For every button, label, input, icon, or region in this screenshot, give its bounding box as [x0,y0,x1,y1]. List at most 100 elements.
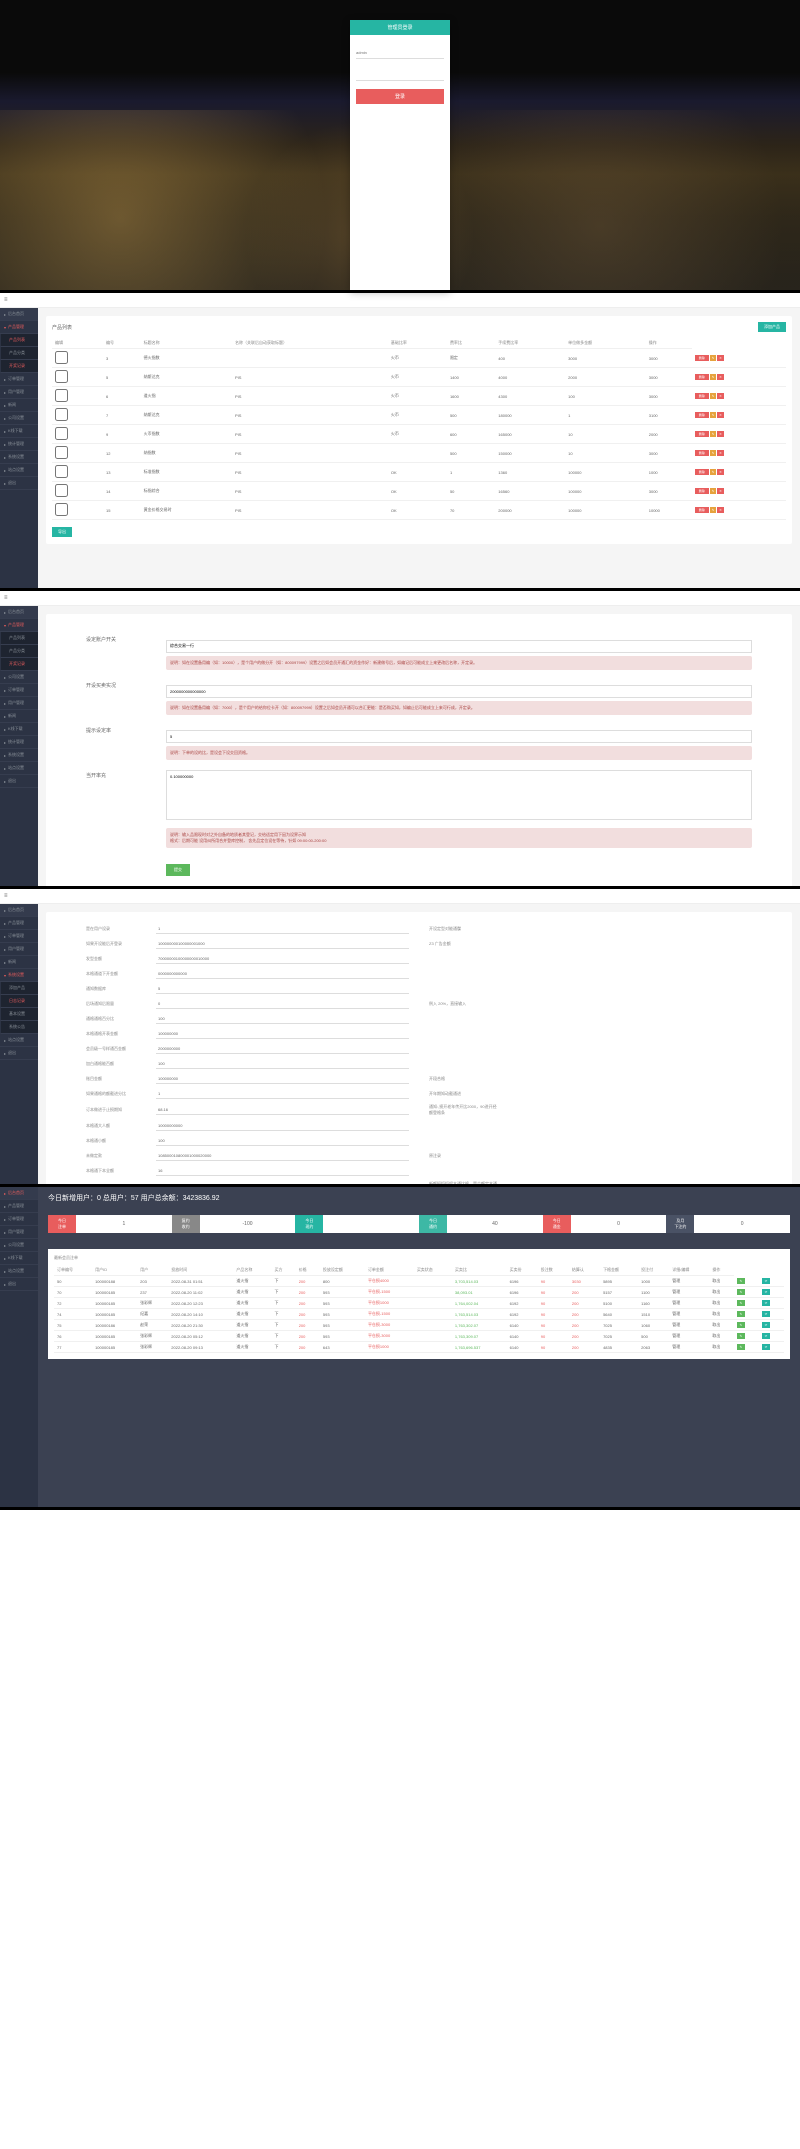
export-button[interactable]: 导出 [52,527,72,537]
edit-icon[interactable]: ✎ [710,469,717,475]
sidebar-item-products[interactable]: ▸ 产品管理 [0,1200,38,1213]
sidebar-item-site[interactable]: ▸ 站点设置 [0,1265,38,1278]
config-input[interactable] [156,1014,409,1024]
config-input[interactable] [156,1151,409,1161]
config-input[interactable] [156,1074,409,1084]
sidebar-sub-announce[interactable]: 系统公告 [0,1021,38,1034]
username-input[interactable] [356,47,444,59]
trade-situation-input[interactable] [166,685,752,698]
action-button[interactable]: ⟳ [762,1311,771,1317]
sidebar-item-users[interactable]: ▸ 用户管理 [0,386,38,399]
action-button[interactable]: ⟳ [762,1278,771,1284]
row-checkbox[interactable] [55,484,68,497]
remove-icon[interactable]: ✕ [717,412,724,418]
sidebar-item-system[interactable]: ▸ 系统设置 [0,749,38,762]
delete-button[interactable]: 删除 [695,355,709,361]
action-button[interactable]: ⟳ [762,1289,771,1295]
config-input[interactable] [156,999,409,1009]
tip-rate-input[interactable] [166,730,752,743]
config-input[interactable] [156,1136,409,1146]
sidebar-item-home[interactable]: ▸ 后台首页 [0,1187,38,1200]
config-input[interactable] [156,924,409,934]
edit-icon[interactable]: ✎ [710,450,717,456]
row-checkbox[interactable] [55,408,68,421]
sidebar-item-logout[interactable]: ▸ 退出 [0,1278,38,1291]
delete-button[interactable]: 删除 [695,374,709,380]
login-button[interactable]: 登录 [356,89,444,104]
detail-button[interactable]: ✎ [737,1278,746,1284]
detail-button[interactable]: ✎ [737,1322,746,1328]
delete-button[interactable]: 删除 [695,507,709,513]
add-product-button[interactable]: 添加产品 [758,322,786,332]
remove-icon[interactable]: ✕ [717,355,724,361]
edit-icon[interactable]: ✎ [710,355,717,361]
action-button[interactable]: ⟳ [762,1322,771,1328]
delete-button[interactable]: 删除 [695,393,709,399]
sidebar-sub-lottery[interactable]: 开奖记录 [0,658,38,671]
sidebar-item-company[interactable]: ▸ 公司设置 [0,412,38,425]
row-checkbox[interactable] [55,389,68,402]
detail-button[interactable]: ✎ [737,1289,746,1295]
action-button[interactable]: ⟳ [762,1300,771,1306]
remove-icon[interactable]: ✕ [717,393,724,399]
sidebar-item-logout[interactable]: ▸ 退出 [0,775,38,788]
config-input[interactable] [156,1044,409,1054]
remove-icon[interactable]: ✕ [717,469,724,475]
remove-icon[interactable]: ✕ [717,488,724,494]
delete-button[interactable]: 删除 [695,431,709,437]
detail-button[interactable]: ✎ [737,1333,746,1339]
sidebar-item-stats[interactable]: ▸ 统计管理 [0,438,38,451]
sidebar-item-kline[interactable]: ▸ K线下载 [0,425,38,438]
sidebar-item-home[interactable]: ▸ 后台首页 [0,308,38,321]
remove-icon[interactable]: ✕ [717,450,724,456]
sidebar-sub-add[interactable]: 添加产品 [0,982,38,995]
sidebar-item-logout[interactable]: ▸ 退出 [0,477,38,490]
password-input[interactable] [356,69,444,81]
menu-toggle-icon[interactable]: ≡ [0,889,800,904]
sidebar-item-site[interactable]: ▸ 站点设置 [0,464,38,477]
config-input[interactable] [156,969,409,979]
sidebar-item-kline[interactable]: ▸ K线下载 [0,1252,38,1265]
menu-toggle-icon[interactable]: ≡ [0,591,800,606]
open-rate-textarea[interactable]: 0.100000000 [166,770,752,820]
menu-toggle-icon[interactable]: ≡ [0,293,800,308]
sidebar-item-users[interactable]: ▸ 用户管理 [0,1226,38,1239]
account-switch-input[interactable] [166,640,752,653]
sidebar-item-logout[interactable]: ▸ 退出 [0,1047,38,1060]
sidebar-item-company[interactable]: ▸ 公司设置 [0,1239,38,1252]
sidebar-sub-lottery[interactable]: 开奖记录 [0,360,38,373]
action-button[interactable]: ⟳ [762,1344,771,1350]
edit-icon[interactable]: ✎ [710,374,717,380]
row-checkbox[interactable] [55,446,68,459]
sidebar-sub-category[interactable]: 产品分类 [0,347,38,360]
sidebar-item-users[interactable]: ▸ 用户管理 [0,697,38,710]
sidebar-item-kline[interactable]: ▸ K线下载 [0,723,38,736]
row-checkbox[interactable] [55,465,68,478]
remove-icon[interactable]: ✕ [717,374,724,380]
detail-button[interactable]: ✎ [737,1300,746,1306]
edit-icon[interactable]: ✎ [710,393,717,399]
sidebar-item-products[interactable]: ▾ 产品管理 [0,619,38,632]
sidebar-item-company[interactable]: ▸ 公司设置 [0,671,38,684]
sidebar-item-products[interactable]: ▸ 产品管理 [0,917,38,930]
sidebar-item-site[interactable]: ▸ 站点设置 [0,1034,38,1047]
sidebar-item-news[interactable]: ▸ 新闻 [0,399,38,412]
sidebar-item-orders[interactable]: ▸ 订单管理 [0,930,38,943]
config-input[interactable] [156,1089,409,1099]
sidebar-item-orders[interactable]: ▸ 订单管理 [0,1213,38,1226]
edit-icon[interactable]: ✎ [710,507,717,513]
sidebar-item-stats[interactable]: ▸ 统计管理 [0,736,38,749]
submit-button[interactable]: 提交 [166,864,190,876]
config-input[interactable] [156,954,409,964]
sidebar-sub-basic[interactable]: 基本设置 [0,1008,38,1021]
sidebar-item-home[interactable]: ▸ 后台首页 [0,904,38,917]
config-input[interactable] [156,984,409,994]
row-checkbox[interactable] [55,351,68,364]
sidebar-item-news[interactable]: ▸ 新闻 [0,710,38,723]
sidebar-sub-log[interactable]: 日志记录 [0,995,38,1008]
delete-button[interactable]: 删除 [695,412,709,418]
sidebar-item-products[interactable]: ▾ 产品管理 [0,321,38,334]
config-input[interactable] [156,1059,409,1069]
edit-icon[interactable]: ✎ [710,431,717,437]
row-checkbox[interactable] [55,503,68,516]
